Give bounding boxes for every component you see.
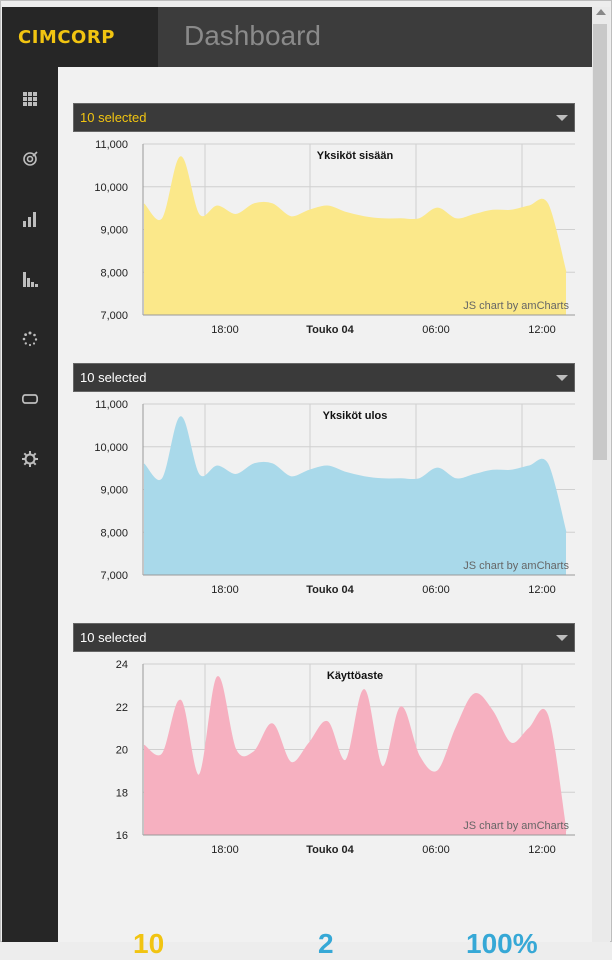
page-title: Dashboard (184, 20, 321, 51)
chart-title: Yksiköt sisään (317, 150, 394, 162)
scroll-up-arrow[interactable] (596, 9, 606, 15)
series-area (144, 156, 566, 315)
histogram-icon[interactable] (19, 268, 41, 290)
select-value: 10 selected (80, 110, 147, 125)
y-tick-label: 8,000 (100, 267, 128, 279)
series-select-3[interactable]: 10 selected (73, 623, 575, 652)
chevron-down-icon[interactable] (556, 635, 568, 641)
logo-area[interactable]: CIMCORP (2, 7, 158, 67)
chart-title: Yksiköt ulos (323, 410, 388, 422)
spinner-icon[interactable] (19, 328, 41, 350)
x-tick-label: 06:00 (422, 844, 450, 856)
x-tick-label: 12:00 (528, 584, 556, 596)
sidebar (2, 67, 58, 942)
chart-units-in: 11,000 10,000 9,000 8,000 7,000 18:00 Touko 04… (73, 136, 575, 336)
select-value: 10 selected (80, 630, 147, 645)
chart-title: Käyttöaste (327, 670, 383, 682)
series-select-1[interactable]: 10 selected (73, 103, 575, 132)
grid-icon[interactable] (19, 88, 41, 110)
stat-value-2: 2 (318, 928, 334, 959)
x-tick-label: Touko 04 (306, 844, 354, 856)
amcharts-credit-link[interactable]: JS chart by amCharts (463, 560, 569, 572)
select-value: 10 selected (80, 370, 147, 385)
y-tick-label: 24 (116, 659, 128, 671)
chevron-down-icon[interactable] (556, 375, 568, 381)
area-chart-units-in: 11,000 10,000 9,000 8,000 7,000 18:00 Touko 04… (94, 139, 575, 336)
y-tick-label: 11,000 (95, 139, 128, 151)
y-tick-label: 16 (116, 830, 128, 842)
x-tick-label: 18:00 (211, 324, 239, 336)
x-tick-label: 12:00 (528, 324, 556, 336)
y-tick-label: 9,000 (100, 485, 128, 497)
loop-icon[interactable] (19, 388, 41, 410)
x-tick-label: 18:00 (211, 584, 239, 596)
y-tick-label: 9,000 (100, 225, 128, 237)
y-tick-label: 8,000 (100, 527, 128, 539)
chart-units-out: 11,000 10,000 9,000 8,000 7,000 18:00 Touko 04… (73, 396, 575, 596)
cimcorp-logo: CIMCORP (18, 27, 115, 48)
series-select-2[interactable]: 10 selected (73, 363, 575, 392)
y-tick-label: 10,000 (94, 182, 128, 194)
y-tick-label: 10,000 (94, 442, 128, 454)
chart-utilization: 24 22 20 18 16 18:00 Touko 04 06:00 12:00 Käyttöa… (73, 656, 575, 856)
area-chart-units-out: 11,000 10,000 9,000 8,000 7,000 18:00 Touko 04… (94, 399, 575, 596)
y-tick-label: 7,000 (100, 310, 128, 322)
y-tick-label: 22 (116, 702, 128, 714)
x-tick-label: 12:00 (528, 844, 556, 856)
gear-icon[interactable] (19, 448, 41, 470)
scrollbar-thumb[interactable] (593, 24, 607, 460)
stat-value-3: 100% (466, 928, 538, 959)
stat-value-1: 10 (133, 928, 165, 959)
x-tick-label: 06:00 (422, 324, 450, 336)
series-area (144, 676, 566, 835)
x-tick-label: Touko 04 (306, 584, 354, 596)
bar-chart-icon[interactable] (19, 208, 41, 230)
y-tick-label: 18 (116, 787, 128, 799)
target-icon[interactable] (19, 148, 41, 170)
x-tick-label: Touko 04 (306, 324, 354, 336)
y-tick-label: 7,000 (100, 570, 128, 582)
x-tick-label: 18:00 (211, 844, 239, 856)
area-chart-utilization: 24 22 20 18 16 18:00 Touko 04 06:00 12:00 Käyttöa… (116, 659, 575, 856)
y-tick-label: 20 (116, 745, 128, 757)
x-tick-label: 06:00 (422, 584, 450, 596)
y-tick-label: 11,000 (95, 399, 128, 411)
amcharts-credit-link[interactable]: JS chart by amCharts (463, 300, 569, 312)
chevron-down-icon[interactable] (556, 115, 568, 121)
amcharts-credit-link[interactable]: JS chart by amCharts (463, 820, 569, 832)
series-area (144, 416, 566, 575)
header-bar: Dashboard (158, 7, 592, 67)
